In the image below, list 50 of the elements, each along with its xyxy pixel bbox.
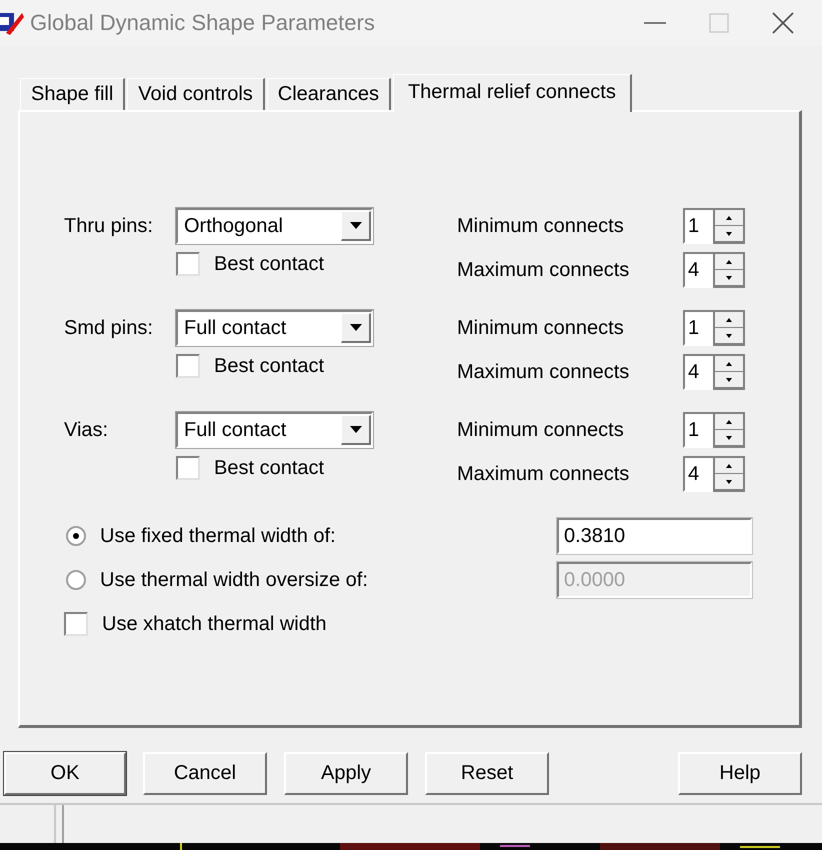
dropdown-arrow-icon (350, 222, 362, 229)
spin-buttons[interactable] (713, 310, 745, 346)
radio-button[interactable] (66, 526, 86, 546)
number-field[interactable]: 1 (683, 310, 713, 346)
tab[interactable]: Shape fill (20, 78, 126, 110)
field-label: Minimum connects (457, 316, 625, 340)
dropdown[interactable]: Orthogonal (176, 208, 373, 244)
field-label: Maximum connects (457, 258, 630, 282)
number-field[interactable]: 1 (683, 208, 713, 244)
option-label: Use fixed thermal width of: (100, 524, 336, 548)
checkbox-label: Best contact (214, 354, 324, 378)
window-title: Global Dynamic Shape Parameters (30, 10, 376, 36)
spin-buttons[interactable] (713, 412, 745, 448)
field-label: Minimum connects (457, 418, 625, 442)
dialog-button[interactable]: Reset (425, 752, 549, 795)
checkbox-label: Best contact (214, 456, 324, 480)
option-label: Use xhatch thermal width (102, 612, 327, 636)
tab[interactable]: Void controls (127, 78, 265, 110)
field-label: Vias: (64, 418, 110, 442)
tab[interactable]: Clearances (266, 78, 391, 110)
number-field[interactable]: 1 (683, 412, 713, 448)
field-label: Maximum connects (457, 360, 630, 384)
checkbox[interactable] (176, 354, 200, 378)
checkbox[interactable] (176, 252, 200, 276)
checkbox[interactable] (64, 612, 88, 636)
field-label: Minimum connects (457, 214, 625, 238)
number-field[interactable]: 4 (683, 354, 713, 390)
spin-buttons[interactable] (713, 208, 745, 244)
spin-buttons[interactable] (713, 456, 745, 492)
option-label: Use thermal width oversize of: (100, 568, 368, 592)
dialog-button[interactable]: OK (4, 752, 126, 795)
spin-buttons[interactable] (713, 252, 745, 288)
dialog-button[interactable]: Help (678, 752, 802, 795)
dialog-button[interactable]: Apply (284, 752, 408, 795)
dropdown-arrow-icon (350, 426, 362, 433)
checkbox-label: Best contact (214, 252, 324, 276)
number-field[interactable]: 4 (683, 456, 713, 492)
field-label: Thru pins: (64, 214, 154, 238)
radio-button[interactable] (66, 570, 86, 590)
dialog-button[interactable]: Cancel (143, 752, 267, 795)
checkbox[interactable] (176, 456, 200, 480)
dropdown[interactable]: Full contact (176, 412, 373, 448)
tab[interactable]: Thermal relief connects (392, 74, 632, 112)
dropdown-arrow-icon (350, 324, 362, 331)
field-label: Maximum connects (457, 462, 630, 486)
field-label: Smd pins: (64, 316, 154, 340)
dropdown[interactable]: Full contact (176, 310, 373, 346)
number-field[interactable]: 4 (683, 252, 713, 288)
spin-buttons[interactable] (713, 354, 745, 390)
input-field[interactable]: 0.3810 (557, 518, 752, 554)
